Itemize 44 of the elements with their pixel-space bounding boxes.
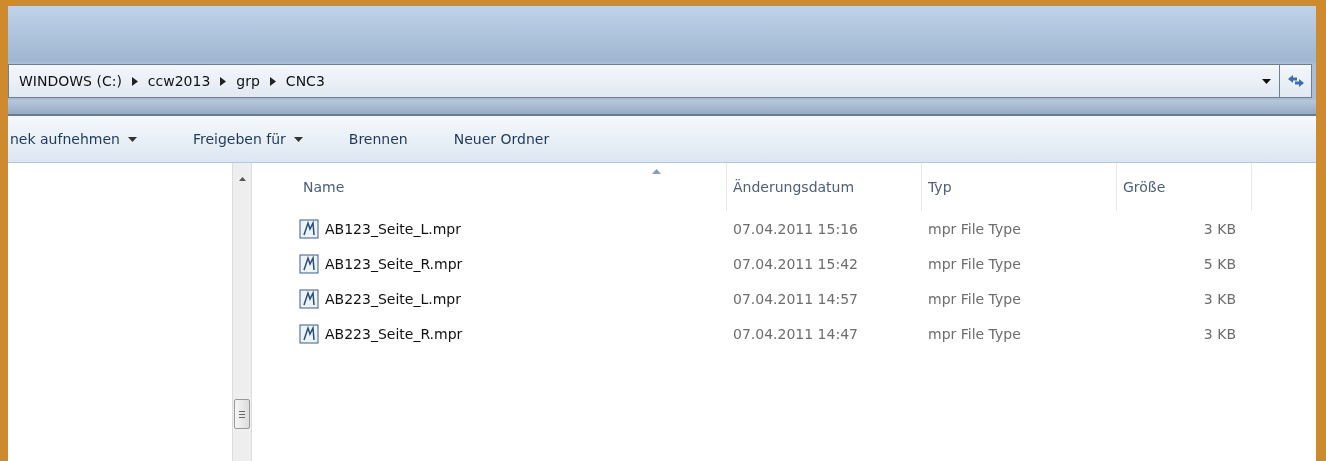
type-cell-text: mpr File Type — [927, 255, 1022, 272]
size-cell-text: 3 KB — [1202, 220, 1237, 237]
file-name[interactable]: AB123_Seite_R.mpr — [325, 255, 463, 272]
file-icon — [299, 218, 319, 239]
scrollbar-thumb[interactable] — [234, 399, 250, 429]
caret-icon — [127, 136, 137, 142]
caret-icon — [293, 136, 303, 142]
date-cell-text: 07.04.2011 14:47 — [732, 325, 859, 342]
type-cell-text: mpr File Type — [927, 325, 1022, 342]
address-bar[interactable]: WINDOWS (C:) ccw2013 grp CNC3 — [8, 64, 1280, 98]
toolbar-button[interactable]: Freigeben für — [192, 131, 303, 147]
toolbar-button[interactable]: Brennen — [348, 131, 408, 147]
type-cell-text: mpr File Type — [927, 220, 1022, 237]
date-cell-text: 07.04.2011 15:16 — [732, 220, 859, 237]
refresh-button[interactable] — [1280, 64, 1312, 98]
column-header[interactable]: Größe — [1117, 163, 1252, 211]
file-name[interactable]: AB123_Seite_L.mpr — [325, 220, 461, 237]
date-cell-text: 07.04.2011 15:42 — [732, 255, 859, 272]
file-icon — [299, 323, 319, 344]
file-name[interactable]: AB223_Seite_R.mpr — [325, 325, 463, 342]
file-icon — [299, 288, 319, 309]
chevron-icon[interactable] — [220, 76, 227, 86]
date-cell-text: 07.04.2011 14:57 — [732, 290, 859, 307]
toolbar-button[interactable]: Neuer Ordner — [453, 131, 550, 147]
breadcrumb-item[interactable]: grp — [236, 73, 260, 89]
file-icon — [299, 253, 319, 274]
toolbar-button[interactable]: nek aufnehmen — [10, 131, 137, 147]
chevron-icon[interactable] — [131, 76, 138, 86]
dropdown-caret-icon[interactable] — [1262, 78, 1271, 84]
column-header[interactable]: Änderungsdatum — [727, 163, 922, 211]
size-cell-text: 3 KB — [1202, 325, 1237, 342]
column-header[interactable]: Typ — [922, 163, 1117, 211]
refresh-icon — [1286, 74, 1305, 88]
size-cell-text: 3 KB — [1202, 290, 1237, 307]
breadcrumb-item[interactable]: WINDOWS (C:) — [19, 73, 122, 89]
chevron-icon[interactable] — [269, 76, 276, 86]
sort-arrow-icon — [652, 169, 661, 174]
type-cell-text: mpr File Type — [927, 290, 1022, 307]
scroll-up-arrow-icon[interactable] — [239, 177, 246, 181]
breadcrumb-item[interactable]: CNC3 — [285, 73, 325, 89]
size-cell-text: 5 KB — [1202, 255, 1237, 272]
file-name[interactable]: AB223_Seite_L.mpr — [325, 290, 461, 307]
breadcrumb-item[interactable]: ccw2013 — [147, 73, 211, 89]
scrollbar[interactable] — [232, 163, 252, 461]
